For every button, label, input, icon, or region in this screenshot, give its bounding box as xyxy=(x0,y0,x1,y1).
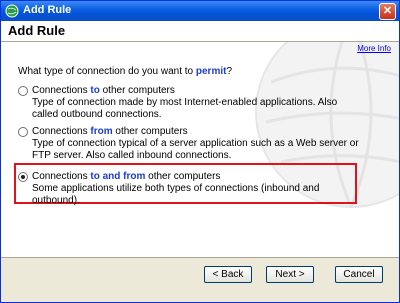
page-title: Add Rule xyxy=(8,23,66,38)
option-outbound-description: Type of connection made by most Internet… xyxy=(32,97,338,120)
label-prefix: Connections xyxy=(32,85,91,96)
close-button[interactable]: ✕ xyxy=(379,3,396,20)
label-keyword: to xyxy=(90,85,100,96)
option-both-label[interactable]: Connections to and from other computers xyxy=(32,171,220,182)
title-bar[interactable]: Add Rule ✕ xyxy=(1,1,399,21)
question-suffix: ? xyxy=(226,66,233,77)
option-inbound-description: Type of connection typical of a server a… xyxy=(32,138,359,161)
question-prefix: What type of connection do you want to xyxy=(18,66,196,77)
label-keyword: to and from xyxy=(90,171,146,182)
option-outbound-label[interactable]: Connections to other computers xyxy=(32,85,175,96)
cancel-button[interactable]: Cancel xyxy=(335,266,383,283)
close-icon: ✕ xyxy=(382,5,393,17)
back-button[interactable]: < Back xyxy=(204,266,252,283)
label-prefix: Connections xyxy=(32,126,91,137)
question-text: What type of connection do you want to p… xyxy=(18,66,232,77)
radio-both[interactable] xyxy=(18,172,28,182)
more-info-link[interactable]: More Info xyxy=(357,44,391,53)
page-header: Add Rule xyxy=(1,21,399,42)
button-bar: < Back Next > Cancel xyxy=(1,257,399,302)
add-rule-window: Add Rule ✕ Add Rule More Info What type … xyxy=(0,0,400,303)
label-suffix: other computers xyxy=(112,126,188,137)
globe-icon xyxy=(5,4,19,18)
option-inbound-label[interactable]: Connections from other computers xyxy=(32,126,188,137)
radio-outbound[interactable] xyxy=(18,86,28,96)
radio-inbound[interactable] xyxy=(18,127,28,137)
label-suffix: other computers xyxy=(145,171,221,182)
question-keyword: permit xyxy=(195,66,227,77)
label-suffix: other computers xyxy=(99,85,175,96)
window-title: Add Rule xyxy=(23,4,72,16)
label-keyword: from xyxy=(90,126,113,137)
content-area: More Info What type of connection do you… xyxy=(1,42,399,257)
option-both-description: Some applications utilize both types of … xyxy=(32,183,320,206)
label-prefix: Connections xyxy=(32,171,91,182)
next-button[interactable]: Next > xyxy=(266,266,314,283)
